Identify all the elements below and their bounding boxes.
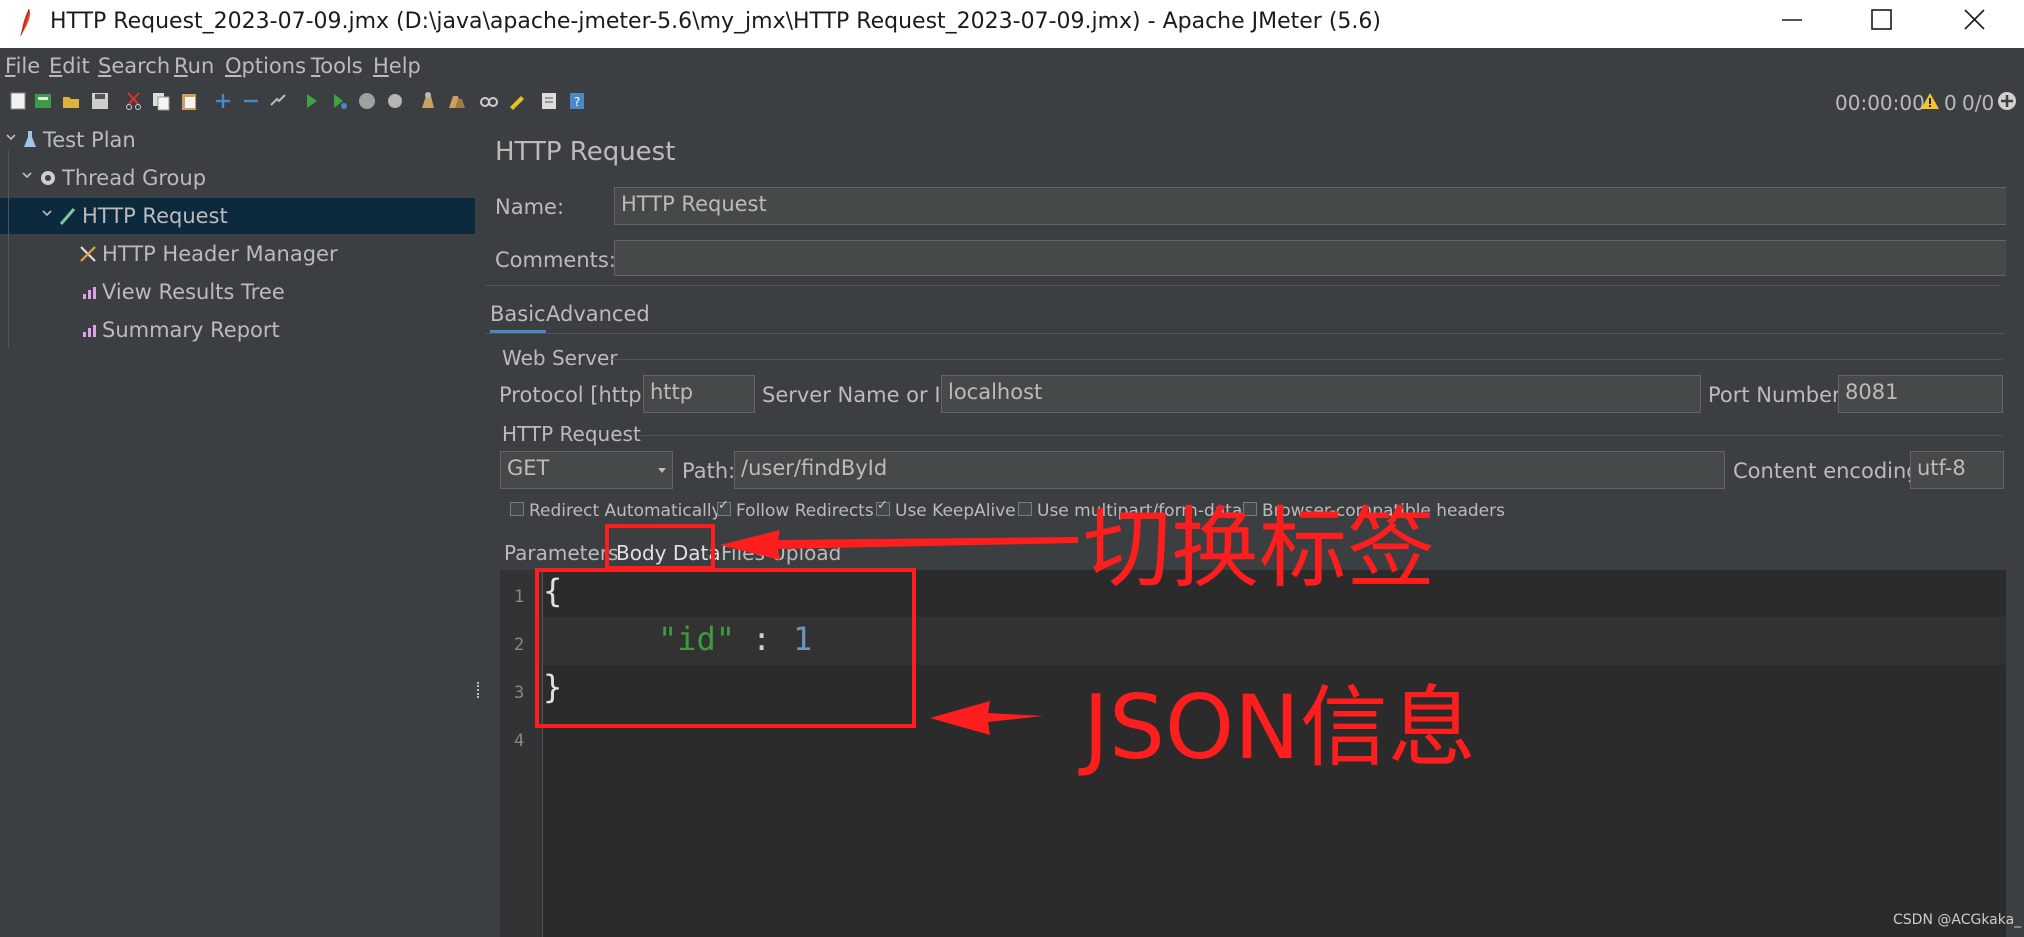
body-data-tab-highlight [605,524,715,570]
json-arrow [930,701,1043,735]
tab-arrow [720,530,1078,560]
watermark: CSDN @ACGkaka_ [1893,912,2022,928]
annotation-overlay [535,524,1078,735]
annotation-tab-note: 切换标签 [1083,497,1436,600]
annotation-json-note: JSON信息 [1083,676,1476,779]
json-body-highlight [535,568,916,728]
